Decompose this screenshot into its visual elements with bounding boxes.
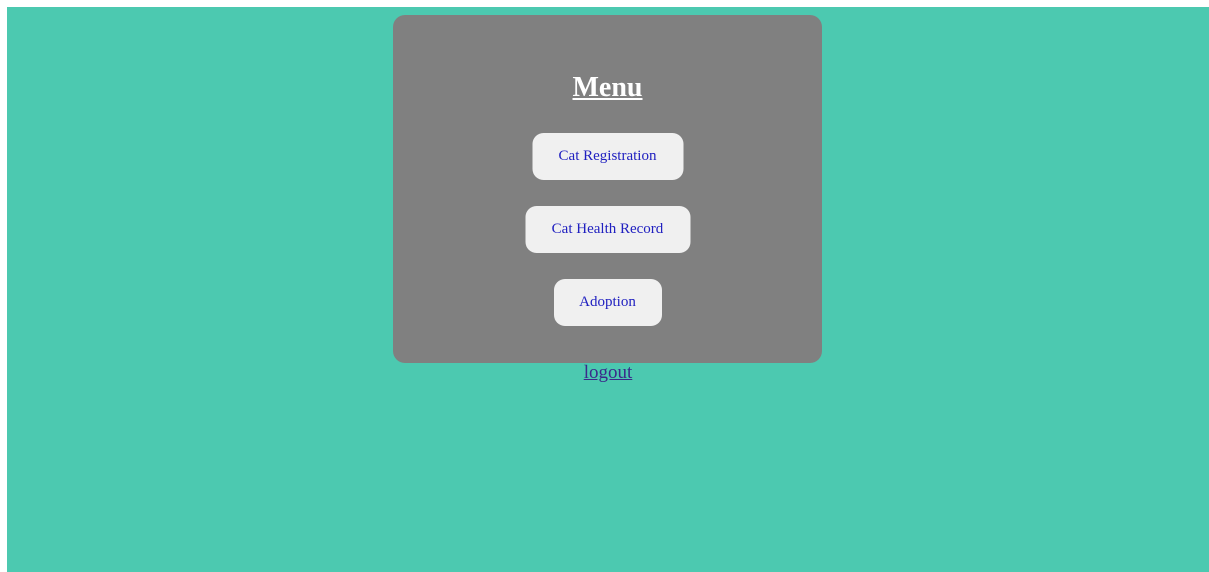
cat-registration-button[interactable]: Cat Registration (532, 133, 683, 180)
menu-card: Menu Cat Registration Cat Health Record … (393, 15, 822, 363)
logout-container: logout (7, 362, 1209, 385)
menu-title: Menu (572, 72, 643, 103)
logout-link[interactable]: logout (584, 362, 633, 383)
cat-health-record-button[interactable]: Cat Health Record (525, 206, 690, 253)
page-background: Menu Cat Registration Cat Health Record … (7, 7, 1209, 572)
adoption-button[interactable]: Adoption (553, 279, 662, 326)
